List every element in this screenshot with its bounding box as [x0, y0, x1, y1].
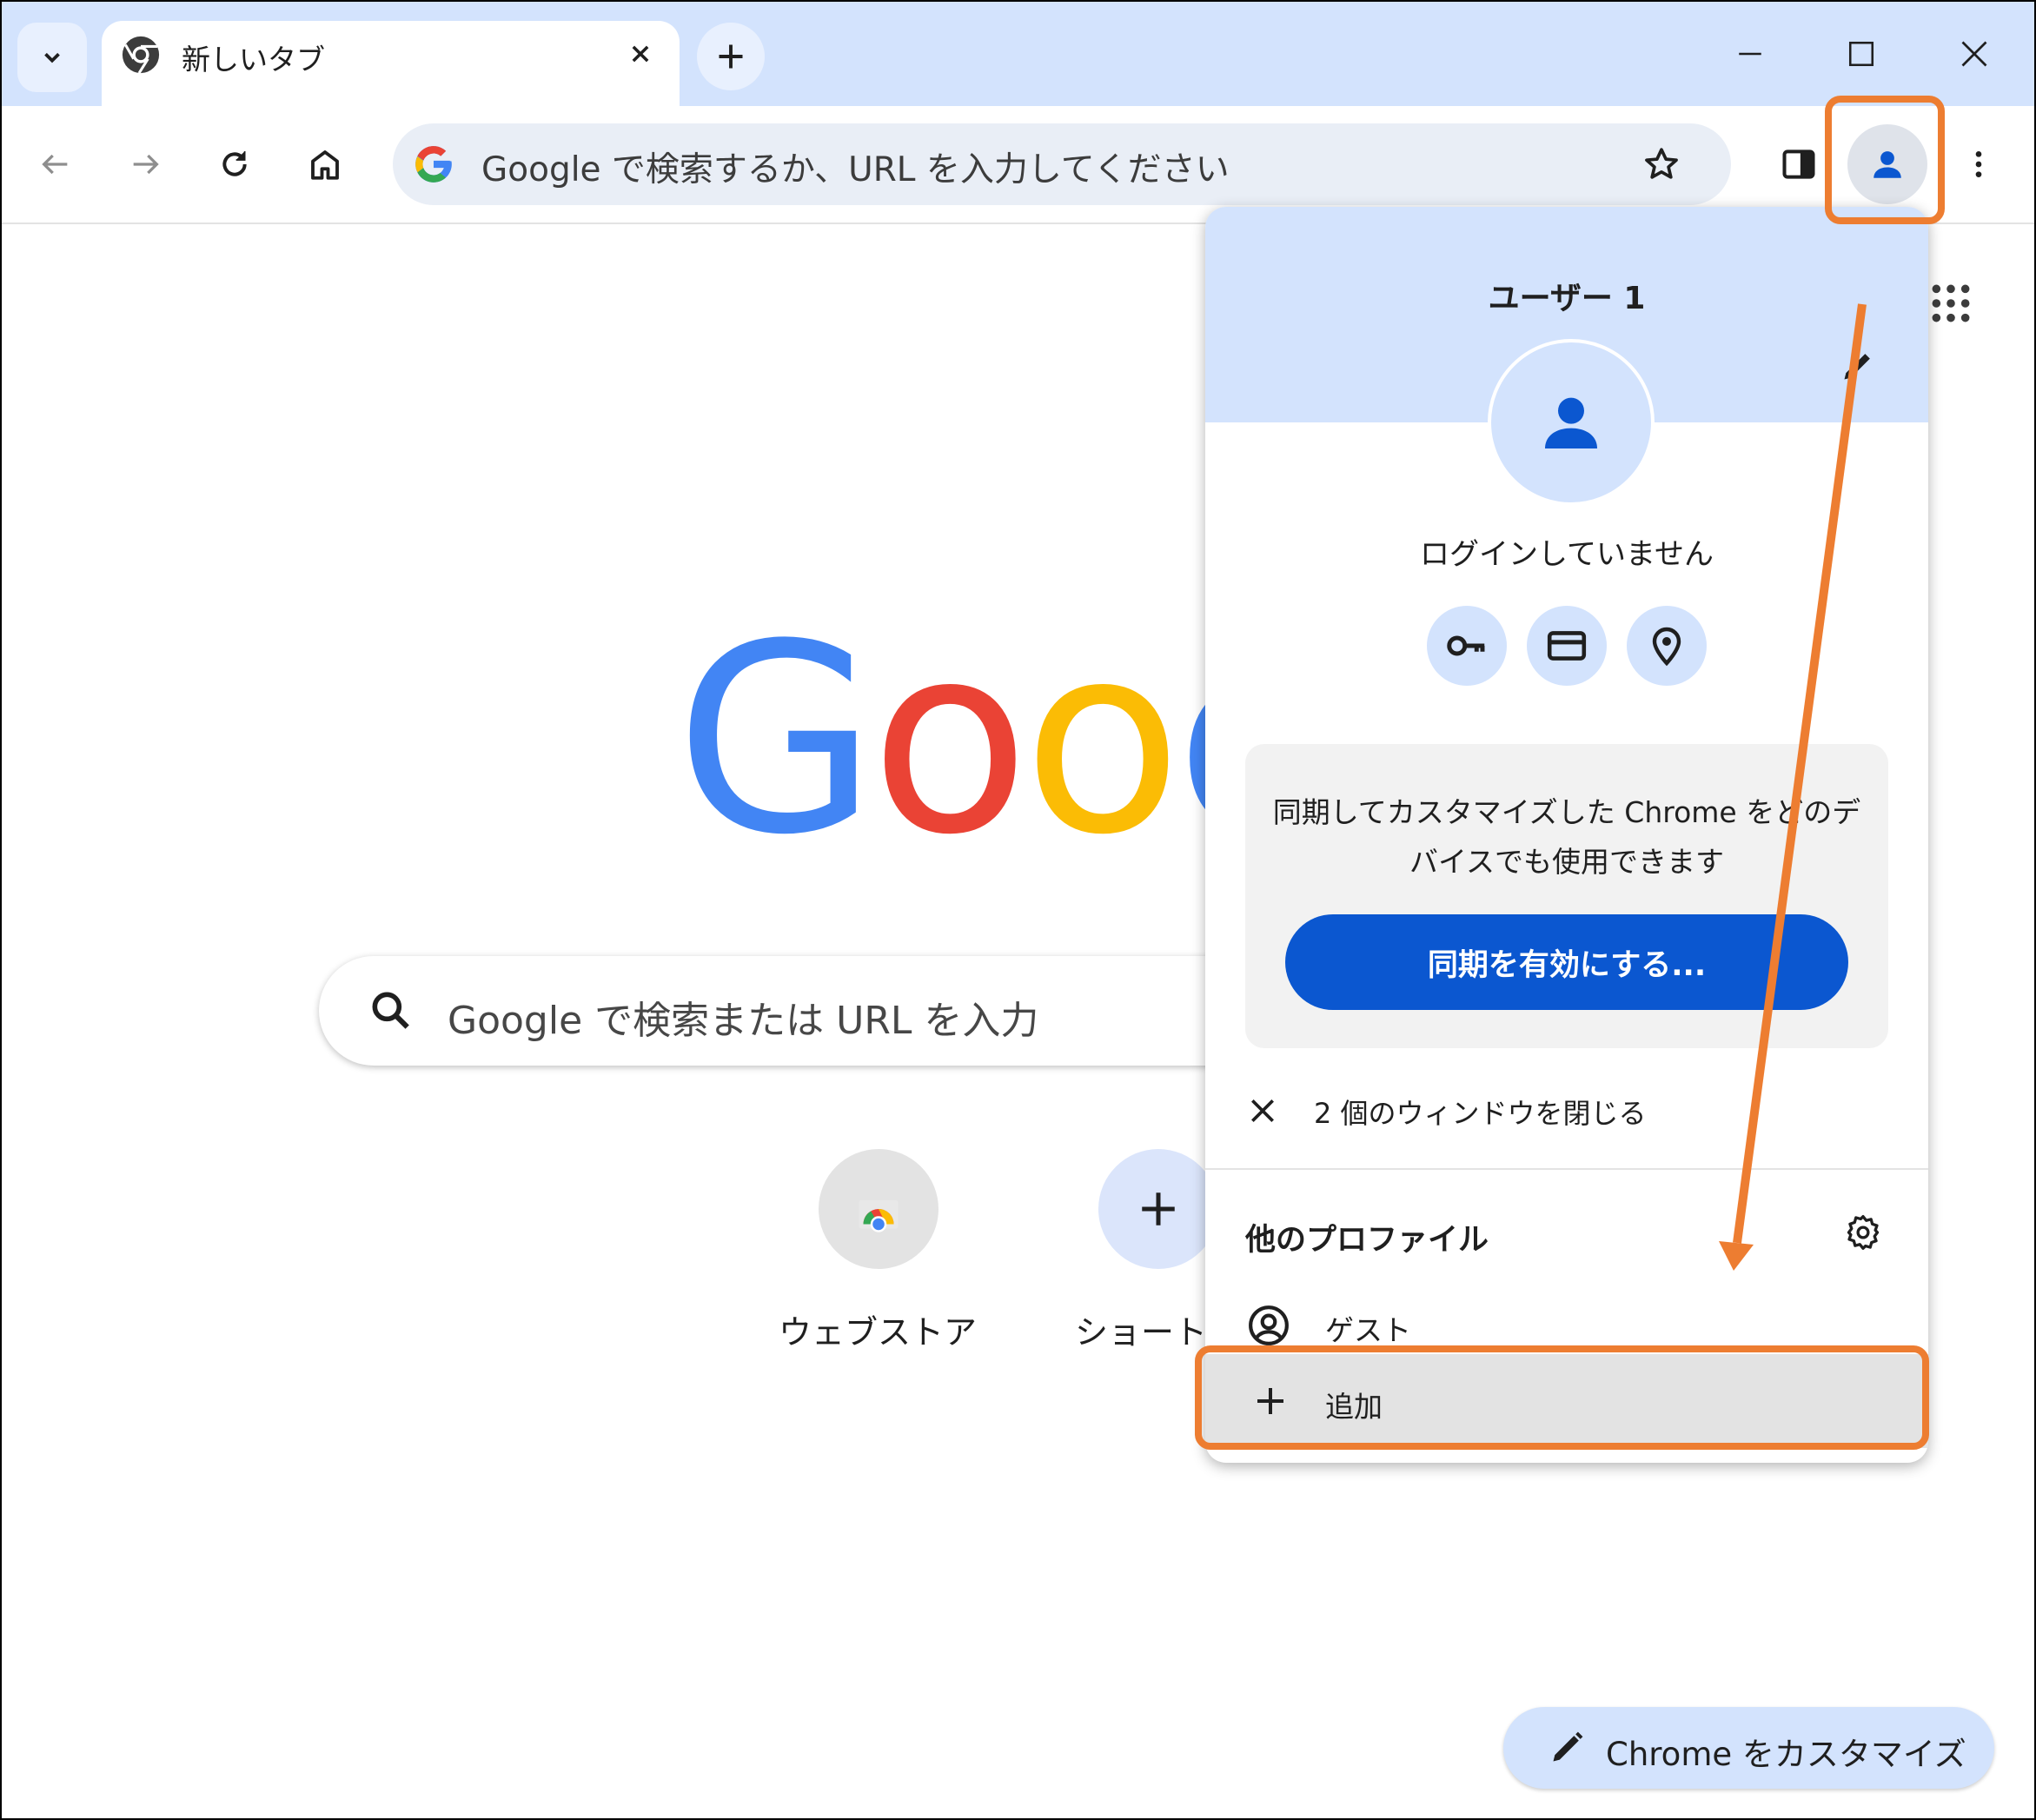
chrome-icon: [122, 36, 160, 74]
back-button[interactable]: [30, 138, 82, 190]
close-icon: [1961, 41, 1987, 67]
other-profiles-heading: 他のプロファイル: [1245, 1223, 1489, 1258]
shortcut-icon-circle: [1098, 1149, 1218, 1269]
tab-close-button[interactable]: [623, 37, 658, 71]
annotation-highlight-profile: [1825, 96, 1945, 224]
turn-on-sync-button[interactable]: 同期を有効にする...: [1285, 914, 1848, 1010]
menu-button[interactable]: [1953, 138, 2005, 190]
maximize-button[interactable]: [1835, 28, 1887, 80]
forward-button[interactable]: [119, 138, 171, 190]
profile-menu: ユーザー 1 ログインしていません 同期してカスタマイズした Chrome をど…: [1205, 207, 1928, 1463]
tab-search-button[interactable]: [17, 23, 87, 92]
sync-promo-card: 同期してカスタマイズした Chrome をどのデバイスでも使用できます 同期を有…: [1245, 744, 1888, 1048]
arrow-right-icon: [133, 154, 159, 175]
ntp-search-placeholder: Google で検索または URL を入力: [448, 999, 1039, 1043]
addresses-button[interactable]: [1627, 606, 1707, 686]
apps-grid-icon[interactable]: [1929, 282, 1973, 325]
logo-letter: o: [870, 588, 1030, 892]
address-bar[interactable]: Google で検索するか、URL を入力してください: [393, 123, 1731, 205]
profile-avatar: [1488, 339, 1655, 506]
new-tab-button[interactable]: [697, 23, 765, 90]
close-window-button[interactable]: [1948, 28, 2000, 80]
card-icon: [1547, 631, 1587, 661]
key-icon: [1447, 635, 1485, 656]
minimize-button[interactable]: [1724, 28, 1776, 80]
account-circle-icon: [1249, 1305, 1289, 1345]
sync-promo-text: 同期してカスタマイズした Chrome をどのデバイスでも使用できます: [1272, 795, 1861, 879]
logo-letter: o: [1023, 588, 1183, 892]
tab-strip: 新しいタブ: [2, 2, 2034, 108]
close-icon: [632, 45, 649, 63]
divider: [1205, 1168, 1928, 1170]
location-pin-icon: [1652, 627, 1681, 667]
passwords-button[interactable]: [1427, 606, 1507, 686]
close-windows-item[interactable]: 2 個のウィンドウを閉じる: [1205, 1076, 1928, 1146]
tab-new-tab[interactable]: 新しいタブ: [102, 21, 680, 108]
annotation-highlight-add: [1195, 1345, 1929, 1450]
reload-button[interactable]: [209, 138, 261, 190]
tab-title: 新しいタブ: [182, 43, 325, 76]
google-g-icon: [415, 146, 452, 183]
star-icon: [1645, 148, 1678, 179]
chevron-down-icon: [44, 52, 60, 63]
gear-icon[interactable]: [1844, 1213, 1882, 1252]
bookmark-star-button[interactable]: [1635, 138, 1688, 190]
shortcut-web-store[interactable]: ウェブストア: [747, 1149, 1008, 1358]
home-button[interactable]: [299, 138, 351, 190]
chrome-web-store-icon: [859, 1200, 899, 1232]
more-vert-icon: [1975, 151, 1982, 177]
maximize-icon: [1848, 41, 1874, 67]
edit-profile-icon[interactable]: [1840, 346, 1878, 384]
guest-label: ゲスト: [1325, 1313, 1411, 1347]
side-panel-icon: [1782, 149, 1815, 179]
pencil-icon: [1553, 1731, 1583, 1762]
reload-icon: [222, 151, 247, 176]
plus-icon: [1142, 1192, 1175, 1226]
customize-chrome-label: Chrome をカスタマイズ: [1606, 1736, 1966, 1773]
side-panel-button[interactable]: [1773, 138, 1825, 190]
close-icon: [1251, 1099, 1274, 1122]
customize-chrome-button[interactable]: Chrome をカスタマイズ: [1503, 1707, 1994, 1789]
browser-window: 新しいタブ Google で検索するか、URL を入力してください Goo Go…: [0, 0, 2036, 1820]
plus-icon: [719, 44, 743, 69]
shortcut-label: ウェブストア: [778, 1313, 977, 1352]
minimize-icon: [1739, 52, 1761, 56]
shortcut-icon-circle: [819, 1149, 938, 1269]
logo-letter: G: [675, 588, 878, 892]
sign-in-status: ログインしていません: [1420, 537, 1714, 572]
address-bar-placeholder: Google で検索するか、URL を入力してください: [481, 150, 1230, 189]
payment-methods-button[interactable]: [1527, 606, 1607, 686]
search-icon: [372, 992, 409, 1029]
arrow-left-icon: [42, 154, 68, 175]
home-icon: [311, 150, 339, 180]
person-icon: [1545, 397, 1597, 448]
close-windows-label: 2 個のウィンドウを閉じる: [1314, 1097, 1647, 1130]
profile-name: ユーザー 1: [1488, 281, 1646, 316]
